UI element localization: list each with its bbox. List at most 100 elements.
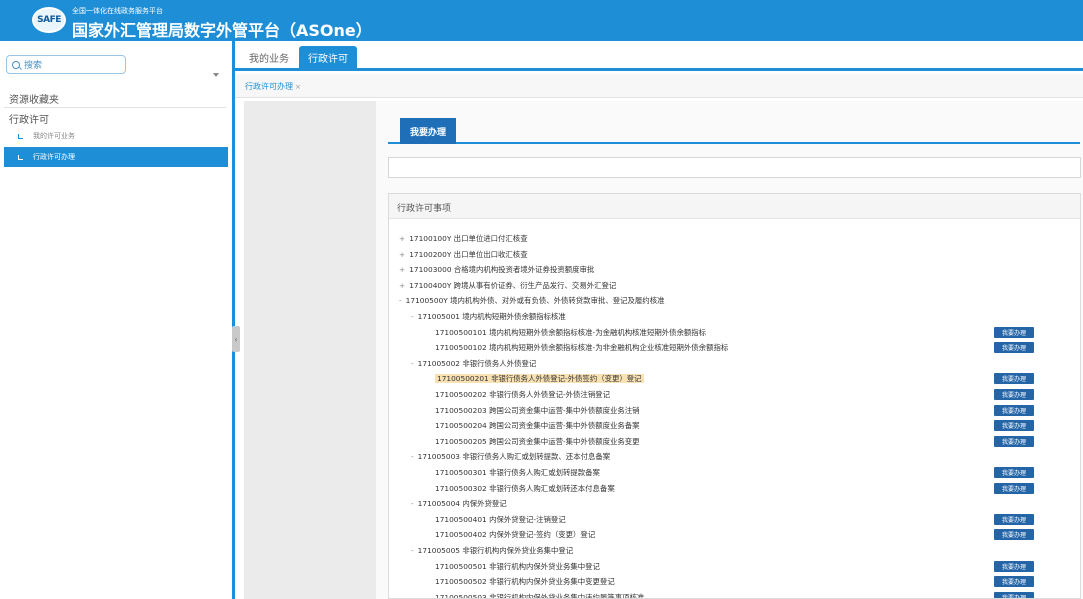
collapse-handle-icon[interactable]: ‹	[232, 326, 240, 352]
tree-row-label: 17100100Y 出口单位进口付汇核查	[409, 234, 528, 243]
sidebar-divider	[4, 107, 226, 108]
tree-row[interactable]: -171005004 内保外贷登记	[411, 497, 507, 511]
expand-icon[interactable]: +	[399, 281, 405, 290]
handle-button[interactable]: 我要办理	[994, 404, 1034, 416]
tab-admin-license[interactable]: 行政许可	[299, 46, 357, 68]
app-header: SAFE 全国一体化在线政务服务平台 国家外汇管理局数字外管平台（ASOne）	[0, 0, 1083, 41]
breadcrumb[interactable]: 行政许可办理 ×	[245, 81, 301, 92]
expand-icon[interactable]: +	[399, 265, 405, 274]
tree-row[interactable]: +17100400Y 跨境从事有价证券、衍生产品发行、交易外汇登记	[399, 279, 616, 293]
tree-node-icon	[18, 154, 23, 160]
sidebar-search-input[interactable]: 搜索	[6, 55, 126, 74]
handle-button[interactable]: 我要办理	[994, 373, 1034, 385]
handle-button[interactable]: 我要办理	[994, 342, 1034, 354]
handle-button[interactable]: 我要办理	[994, 576, 1034, 588]
tree-row[interactable]: 17100500401 内保外贷登记-注销登记	[435, 513, 566, 527]
search-icon	[12, 60, 20, 69]
handle-button[interactable]: 我要办理	[994, 591, 1034, 598]
search-placeholder: 搜索	[24, 61, 43, 71]
tree-row-label: 17100500Y 境内机构外债、对外或有负债、外债转贷款审批、登记及履约核准	[405, 296, 665, 306]
handle-button[interactable]: 我要办理	[994, 420, 1034, 432]
safe-logo-icon: SAFE	[32, 7, 66, 33]
tree-row-label: 171003000 合格境内机构投资者境外证券投资额度审批	[409, 265, 595, 275]
tree-row[interactable]: -171005005 非银行机构内保外贷业务集中登记	[411, 544, 573, 558]
tree-row-label: 17100500101 境内机构短期外债余额指标核准-为金融机构核准短期外债余额…	[435, 327, 707, 337]
tree-row[interactable]: 17100500201 非银行债务人外债登记-外债签约（变更）登记	[435, 372, 644, 386]
expand-icon[interactable]: +	[399, 250, 405, 259]
tree-row-label: 17100500302 非银行债务人购汇或划转还本付息备案	[435, 483, 615, 493]
tree-row[interactable]: 17100500202 非银行债务人外债登记-外债注销登记	[435, 388, 610, 402]
sidebar-item-label: 行政许可办理	[33, 153, 75, 161]
collapse-icon[interactable]: -	[411, 312, 414, 321]
collapse-icon[interactable]: -	[411, 452, 414, 461]
tree-row-label: 17100500501 非银行机构内保外贷业务集中登记	[435, 561, 600, 571]
tree-row-label: 17100500202 非银行债务人外债登记-外债注销登记	[435, 390, 610, 399]
tab-bar: 我的业务 行政许可	[235, 41, 1083, 71]
tree-node-icon	[18, 133, 23, 139]
sidebar-item-license-handling[interactable]: 行政许可办理	[4, 147, 228, 167]
collapse-icon[interactable]: -	[411, 359, 414, 368]
chevron-down-icon[interactable]	[213, 73, 219, 77]
expand-icon[interactable]: +	[399, 234, 405, 243]
tree-row-label: 17100500503 非银行机构内保外贷业务集中违约履等事项核准	[435, 592, 645, 599]
tree-row-label: 17100500402 内保外贷登记-签约（变更）登记	[435, 530, 596, 540]
tree-row-label: 171005001 境内机构短期外债余额指标核准	[417, 312, 566, 321]
tree-row-label: 17100500102 境内机构短期外债余额指标核准-为非金融机构企业核准短期外…	[435, 343, 729, 353]
handle-button[interactable]: 我要办理	[994, 482, 1034, 494]
tree-row[interactable]: 17100500301 非银行债务人购汇或划转提款备案	[435, 466, 600, 480]
tree-row[interactable]: +171003000 合格境内机构投资者境外证券投资额度审批	[399, 263, 594, 277]
tree-row[interactable]: +17100100Y 出口单位进口付汇核查	[399, 232, 528, 246]
tree-row-label: 17100500205 跨国公司资金集中运营-集中外债额度业务变更	[435, 436, 640, 446]
tree-row-label: 17100200Y 出口单位出口收汇核查	[409, 249, 528, 259]
tree-row[interactable]: 17100500501 非银行机构内保外贷业务集中登记	[435, 560, 600, 574]
tree-row-label: 171005005 非银行机构内保外贷业务集中登记	[417, 546, 574, 555]
tree-row[interactable]: 17100500205 跨国公司资金集中运营-集中外债额度业务变更	[435, 435, 640, 449]
handle-button[interactable]: 我要办理	[994, 326, 1034, 338]
tree-row[interactable]: 17100500502 非银行机构内保外贷业务集中变更登记	[435, 575, 615, 589]
close-icon[interactable]: ×	[295, 83, 301, 91]
sidebar-section-admin-license[interactable]: 行政许可	[9, 111, 49, 126]
tree-row-label: 171005002 非银行债务人外债登记	[417, 358, 537, 368]
tab-my-business[interactable]: 我的业务	[245, 46, 293, 68]
tree-row[interactable]: -171005003 非银行债务人购汇或划转提款、还本付息备案	[411, 450, 610, 464]
handle-button[interactable]: 我要办理	[994, 435, 1034, 447]
tree-row-label: 17100500502 非银行机构内保外贷业务集中变更登记	[435, 577, 615, 587]
sidebar-item-label: 我的许可业务	[33, 132, 75, 140]
handle-button[interactable]: 我要办理	[994, 513, 1034, 525]
app-title: 国家外汇管理局数字外管平台（ASOne）	[72, 21, 372, 40]
action-tab-bar: 我要办理	[388, 118, 1080, 144]
collapse-icon[interactable]: -	[411, 546, 414, 555]
tree-row[interactable]: 17100500302 非银行债务人购汇或划转还本付息备案	[435, 482, 615, 496]
handle-button[interactable]: 我要办理	[994, 529, 1034, 541]
sidebar-item-my-license[interactable]: 我的许可业务	[4, 126, 228, 146]
tree-row-label: 17100500203 跨国公司资金集中运营-集中外债额度业务注销	[435, 405, 640, 415]
tree-row[interactable]: 17100500204 跨国公司资金集中运营-集中外债额度业务备案	[435, 419, 640, 433]
sidebar: 搜索 资源收藏夹 行政许可	[0, 41, 233, 599]
left-panel	[244, 101, 376, 599]
filter-input[interactable]	[388, 157, 1081, 178]
handle-button[interactable]: 我要办理	[994, 560, 1034, 572]
panel-title: 行政许可事项	[389, 194, 1080, 219]
tree-row[interactable]: -171005002 非银行债务人外债登记	[411, 357, 536, 371]
tree-row-label: 17100500301 非银行债务人购汇或划转提款备案	[435, 468, 600, 477]
tree-row-label: 171005003 非银行债务人购汇或划转提款、还本付息备案	[417, 452, 611, 462]
tree-row[interactable]: 17100500101 境内机构短期外债余额指标核准-为金融机构核准短期外债余额…	[435, 326, 706, 340]
tree-row[interactable]: +17100200Y 出口单位出口收汇核查	[399, 248, 528, 262]
tree-row[interactable]: 17100500102 境内机构短期外债余额指标核准-为非金融机构企业核准短期外…	[435, 341, 728, 355]
tree-row[interactable]: -171005001 境内机构短期外债余额指标核准	[411, 310, 566, 324]
license-items-panel: 行政许可事项 +17100100Y 出口单位进口付汇核查 +17100200Y 出…	[388, 193, 1081, 599]
sidebar-border	[232, 41, 235, 599]
handle-button[interactable]: 我要办理	[994, 467, 1034, 478]
tab-i-want-to-handle[interactable]: 我要办理	[400, 118, 456, 144]
tree-row-label: 17100400Y 跨境从事有价证券、衍生产品发行、交易外汇登记	[409, 280, 617, 290]
sidebar-favorites[interactable]: 资源收藏夹	[9, 91, 59, 106]
collapse-icon[interactable]: -	[411, 499, 414, 508]
tree-row[interactable]: 17100500402 内保外贷登记-签约（变更）登记	[435, 528, 595, 542]
portal-subtitle: 全国一体化在线政务服务平台	[72, 7, 163, 15]
tree-row[interactable]: 17100500503 非银行机构内保外贷业务集中违约履等事项核准	[435, 591, 645, 599]
tree-row-label: 17100500204 跨国公司资金集中运营-集中外债额度业务备案	[435, 421, 640, 431]
tree-row[interactable]: -17100500Y 境内机构外债、对外或有负债、外债转贷款审批、登记及履约核准	[399, 294, 664, 308]
handle-button[interactable]: 我要办理	[994, 389, 1034, 400]
tree-row[interactable]: 17100500203 跨国公司资金集中运营-集中外债额度业务注销	[435, 404, 640, 418]
collapse-icon[interactable]: -	[399, 296, 402, 305]
